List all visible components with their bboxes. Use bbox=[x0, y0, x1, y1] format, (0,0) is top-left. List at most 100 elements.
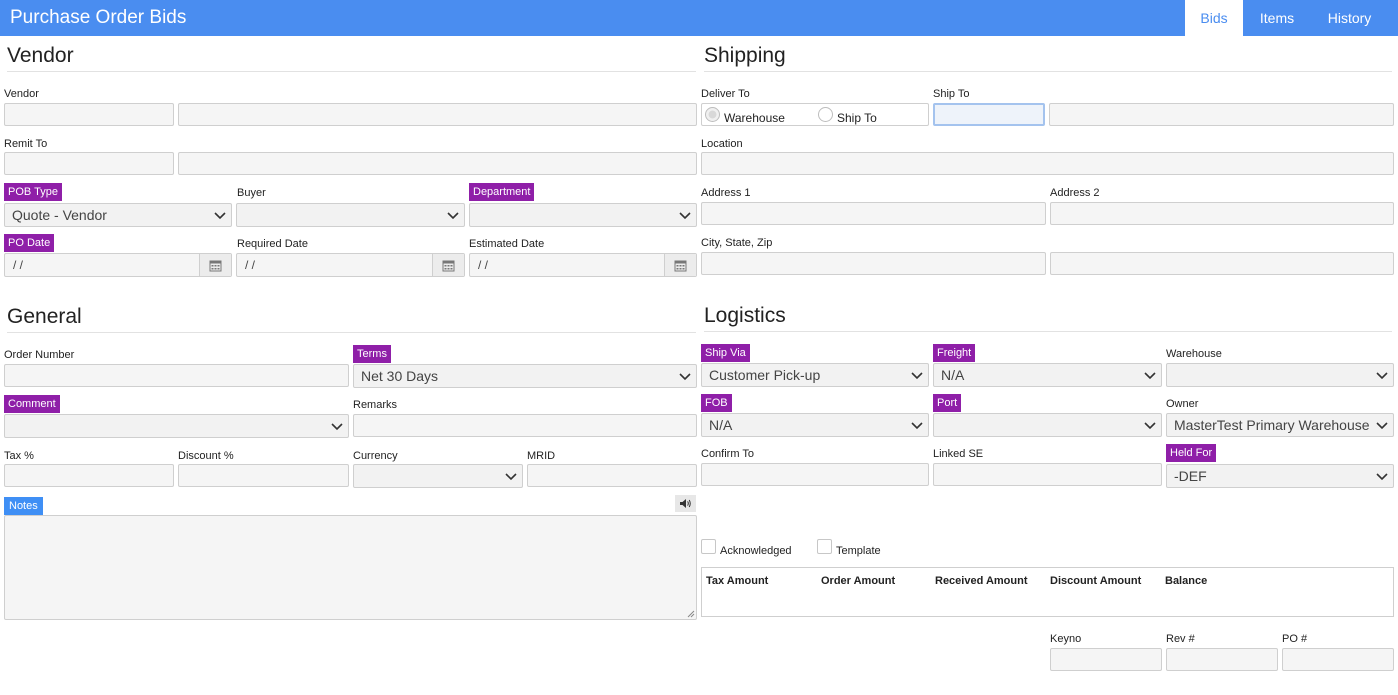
estimated-date-input[interactable]: / / bbox=[469, 253, 697, 277]
pob-type-value: Quote - Vendor bbox=[12, 207, 107, 223]
rev-input[interactable] bbox=[1166, 648, 1278, 671]
acknowledged-checkbox[interactable] bbox=[701, 539, 716, 554]
notes-textarea[interactable] bbox=[4, 515, 697, 620]
po-date-value: / / bbox=[13, 258, 24, 272]
fob-label: FOB bbox=[701, 394, 732, 412]
warehouse-select[interactable] bbox=[1166, 363, 1394, 387]
vendor-name-input[interactable] bbox=[178, 103, 697, 126]
ship-via-value: Customer Pick-up bbox=[709, 367, 821, 383]
speaker-icon[interactable] bbox=[675, 495, 696, 512]
chevron-down-icon bbox=[911, 372, 923, 380]
tax-amount-header: Tax Amount bbox=[706, 575, 769, 587]
discount-label: Discount % bbox=[178, 450, 234, 462]
pob-type-select[interactable]: Quote - Vendor bbox=[4, 203, 232, 227]
department-select[interactable] bbox=[469, 203, 697, 227]
chevron-down-icon bbox=[1144, 422, 1156, 430]
ship-to-code-input[interactable] bbox=[933, 103, 1045, 126]
general-section-title: General bbox=[7, 305, 696, 333]
required-date-label: Required Date bbox=[237, 238, 308, 250]
rev-label: Rev # bbox=[1166, 633, 1195, 645]
notes-label: Notes bbox=[4, 497, 43, 515]
tax-label: Tax % bbox=[4, 450, 34, 462]
address2-label: Address 2 bbox=[1050, 187, 1100, 199]
po-number-input[interactable] bbox=[1282, 648, 1394, 671]
tab-bids[interactable]: Bids bbox=[1185, 0, 1243, 36]
po-date-label: PO Date bbox=[4, 234, 55, 252]
deliver-to-radio-group: Warehouse Ship To bbox=[701, 103, 929, 126]
port-select[interactable] bbox=[933, 413, 1162, 437]
vendor-section-title: Vendor bbox=[7, 44, 696, 72]
remit-to-label: Remit To bbox=[4, 138, 48, 150]
remarks-label: Remarks bbox=[353, 399, 398, 411]
freight-label: Freight bbox=[933, 344, 976, 362]
currency-select[interactable] bbox=[353, 464, 523, 488]
acknowledged-label: Acknowledged bbox=[720, 545, 792, 557]
required-date-input[interactable]: / / bbox=[236, 253, 465, 277]
calendar-icon[interactable] bbox=[199, 254, 231, 276]
address1-label: Address 1 bbox=[701, 187, 751, 199]
keyno-input[interactable] bbox=[1050, 648, 1162, 671]
remarks-input[interactable] bbox=[353, 414, 697, 437]
template-checkbox[interactable] bbox=[817, 539, 832, 554]
freight-select[interactable]: N/A bbox=[933, 363, 1162, 387]
location-label: Location bbox=[701, 138, 743, 150]
mrid-input[interactable] bbox=[527, 464, 697, 487]
department-label: Department bbox=[469, 183, 535, 201]
po-date-input[interactable]: / / bbox=[4, 253, 232, 277]
received-amount-header: Received Amount bbox=[935, 575, 1028, 587]
ship-to-label: Ship To bbox=[933, 88, 970, 100]
remit-to-name-input[interactable] bbox=[178, 152, 697, 175]
calendar-icon[interactable] bbox=[432, 254, 464, 276]
chevron-down-icon bbox=[331, 423, 343, 431]
order-number-input[interactable] bbox=[4, 364, 349, 387]
city-state-zip-label: City, State, Zip bbox=[701, 237, 773, 249]
shipping-section-title: Shipping bbox=[704, 44, 1392, 72]
confirm-to-input[interactable] bbox=[701, 463, 929, 486]
resize-grip-icon[interactable] bbox=[686, 609, 695, 618]
chevron-down-icon bbox=[505, 473, 517, 481]
address1-input[interactable] bbox=[701, 202, 1046, 225]
tab-items[interactable]: Items bbox=[1243, 0, 1311, 36]
address2-input[interactable] bbox=[1050, 202, 1394, 225]
warehouse-radio[interactable] bbox=[705, 107, 720, 122]
ship-to-radio-label: Ship To bbox=[837, 111, 877, 125]
ship-via-select[interactable]: Customer Pick-up bbox=[701, 363, 929, 387]
chevron-down-icon bbox=[1376, 372, 1388, 380]
owner-select[interactable]: MasterTest Primary Warehouse bbox=[1166, 413, 1394, 437]
calendar-icon[interactable] bbox=[664, 254, 696, 276]
tab-history[interactable]: History bbox=[1311, 0, 1388, 36]
held-for-select[interactable]: -DEF bbox=[1166, 464, 1394, 488]
ship-to-radio[interactable] bbox=[818, 107, 833, 122]
linked-se-input[interactable] bbox=[933, 463, 1162, 486]
vendor-code-input[interactable] bbox=[4, 103, 174, 126]
location-input[interactable] bbox=[701, 152, 1394, 175]
totals-summary: Tax Amount Order Amount Received Amount … bbox=[701, 567, 1394, 617]
held-for-value: -DEF bbox=[1174, 468, 1207, 484]
terms-label: Terms bbox=[353, 345, 391, 363]
confirm-to-label: Confirm To bbox=[701, 448, 754, 460]
buyer-label: Buyer bbox=[237, 187, 266, 199]
chevron-down-icon bbox=[214, 212, 226, 220]
tax-input[interactable] bbox=[4, 464, 174, 487]
app-header: Purchase Order Bids Bids Items History bbox=[0, 0, 1398, 36]
ship-to-name-input[interactable] bbox=[1049, 103, 1394, 126]
app-title: Purchase Order Bids bbox=[10, 7, 187, 28]
balance-header: Balance bbox=[1165, 575, 1208, 587]
terms-select[interactable]: Net 30 Days bbox=[353, 364, 697, 388]
owner-value: MasterTest Primary Warehouse bbox=[1174, 417, 1370, 433]
buyer-select[interactable] bbox=[236, 203, 465, 227]
discount-input[interactable] bbox=[178, 464, 349, 487]
estimated-date-label: Estimated Date bbox=[469, 238, 545, 250]
chevron-down-icon bbox=[447, 212, 459, 220]
linked-se-label: Linked SE bbox=[933, 448, 984, 460]
discount-amount-header: Discount Amount bbox=[1050, 575, 1142, 587]
fob-select[interactable]: N/A bbox=[701, 413, 929, 437]
remit-to-code-input[interactable] bbox=[4, 152, 174, 175]
city-state-input[interactable] bbox=[701, 252, 1046, 275]
held-for-label: Held For bbox=[1166, 444, 1217, 462]
zip-input[interactable] bbox=[1050, 252, 1394, 275]
order-amount-header: Order Amount bbox=[821, 575, 896, 587]
ship-via-label: Ship Via bbox=[701, 344, 750, 362]
fob-value: N/A bbox=[709, 417, 733, 433]
comment-select[interactable] bbox=[4, 414, 349, 438]
